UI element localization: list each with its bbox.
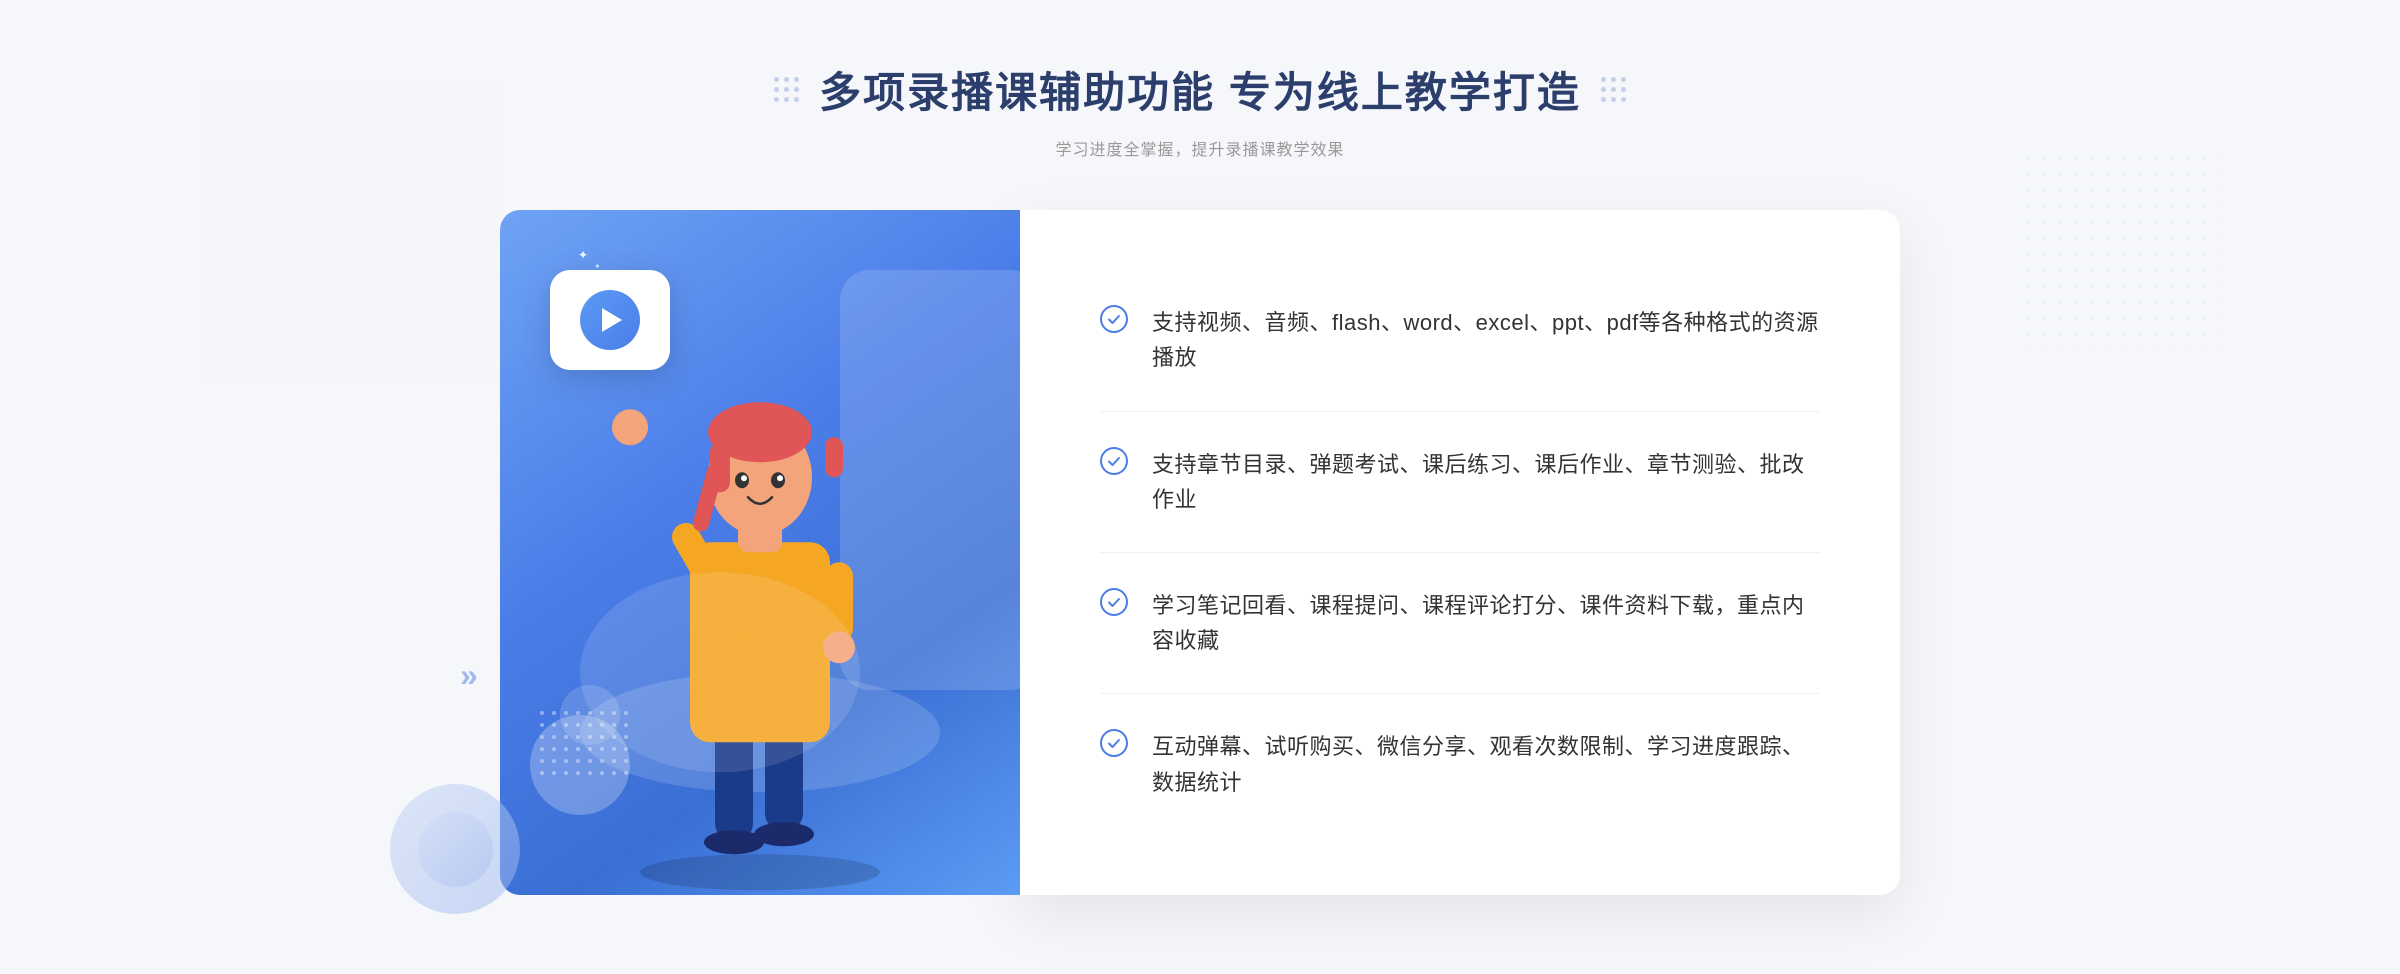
left-panel: ✦ ✦ — [500, 210, 1020, 895]
page-wrapper: 多项录播课辅助功能 专为线上教学打造 学习进度全掌握，提升录播课教学效果 ✦ — [0, 0, 2400, 974]
left-decorative-dots — [774, 77, 799, 102]
main-content: ✦ ✦ — [500, 210, 1900, 895]
check-icon-2 — [1100, 447, 1128, 475]
check-icon-3 — [1100, 588, 1128, 616]
page-title: 多项录播课辅助功能 专为线上教学打造 — [819, 59, 1581, 120]
feature-text-3: 学习笔记回看、课程提问、课程评论打分、课件资料下载，重点内容收藏 — [1152, 588, 1820, 658]
bottom-left-circle — [390, 784, 520, 914]
header-title-row: 多项录播课辅助功能 专为线上教学打造 — [774, 59, 1626, 120]
feature-text-4: 互动弹幕、试听购买、微信分享、观看次数限制、学习进度跟踪、数据统计 — [1152, 729, 1820, 799]
character-illustration — [500, 210, 1020, 895]
feature-item-3: 学习笔记回看、课程提问、课程评论打分、课件资料下载，重点内容收藏 — [1100, 553, 1820, 694]
feature-item-1: 支持视频、音频、flash、word、excel、ppt、pdf等各种格式的资源… — [1100, 270, 1820, 411]
header-section: 多项录播课辅助功能 专为线上教学打造 学习进度全掌握，提升录播课教学效果 — [774, 59, 1626, 160]
feature-item-4: 互动弹幕、试听购买、微信分享、观看次数限制、学习进度跟踪、数据统计 — [1100, 694, 1820, 834]
right-panel: 支持视频、音频、flash、word、excel、ppt、pdf等各种格式的资源… — [1020, 210, 1900, 895]
check-icon-1 — [1100, 305, 1128, 333]
check-icon-4 — [1100, 729, 1128, 757]
feature-text-2: 支持章节目录、弹题考试、课后练习、课后作业、章节测验、批改作业 — [1152, 447, 1820, 517]
left-chevron-decoration: » — [460, 657, 478, 694]
right-decorative-dots — [1601, 77, 1626, 102]
feature-item-2: 支持章节目录、弹题考试、课后练习、课后作业、章节测验、批改作业 — [1100, 412, 1820, 553]
page-subtitle: 学习进度全掌握，提升录播课教学效果 — [774, 136, 1626, 160]
feature-text-1: 支持视频、音频、flash、word、excel、ppt、pdf等各种格式的资源… — [1152, 305, 1820, 375]
